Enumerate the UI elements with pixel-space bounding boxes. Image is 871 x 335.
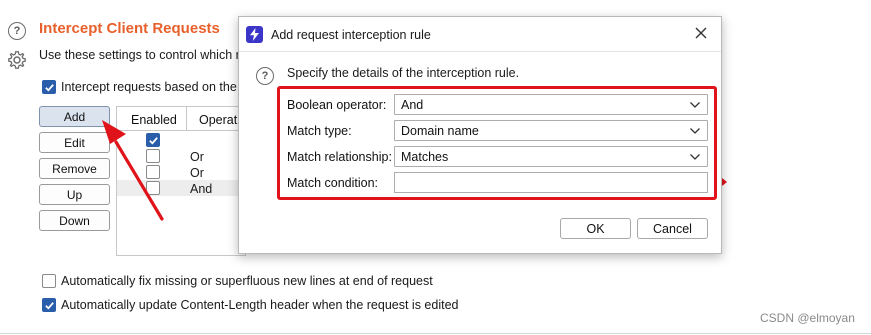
watermark: CSDN @elmoyan	[760, 311, 855, 325]
match-type-select[interactable]: Domain name	[394, 120, 708, 141]
help-icon[interactable]: ?	[256, 67, 274, 85]
chevron-down-icon	[690, 154, 700, 160]
match-relationship-value: Matches	[401, 149, 449, 164]
dialog-instruction: Specify the details of the interception …	[287, 66, 520, 80]
gear-icon[interactable]	[7, 50, 27, 70]
app-logo-icon	[246, 26, 263, 43]
section-title: Intercept Client Requests	[39, 20, 220, 37]
boolean-operator-label: Boolean operator:	[287, 98, 387, 112]
update-content-length-checkbox[interactable]	[42, 298, 56, 312]
chevron-down-icon	[690, 128, 700, 134]
fix-newlines-label: Automatically fix missing or superfluous…	[61, 274, 433, 288]
match-type-label: Match type:	[287, 124, 352, 138]
table-row-operator: Or	[190, 166, 204, 180]
annotation-arrow	[102, 120, 164, 221]
intercept-requests-label: Intercept requests based on the fo	[61, 80, 251, 94]
table-row-operator: And	[190, 182, 213, 196]
intercept-requests-checkbox[interactable]	[42, 80, 56, 94]
update-content-length-label: Automatically update Content-Length head…	[61, 298, 459, 312]
close-icon[interactable]	[693, 25, 709, 41]
cancel-button[interactable]: Cancel	[637, 218, 708, 239]
ok-button[interactable]: OK	[560, 218, 631, 239]
boolean-operator-select[interactable]: And	[394, 94, 708, 115]
match-type-value: Domain name	[401, 123, 479, 138]
match-condition-input[interactable]	[394, 172, 708, 193]
annotation-marker	[722, 178, 727, 186]
column-divider	[186, 107, 187, 131]
chevron-down-icon	[690, 102, 700, 108]
dialog-title: Add request interception rule	[271, 28, 431, 42]
column-header-operator[interactable]: Operat	[199, 113, 237, 127]
boolean-operator-value: And	[401, 97, 424, 112]
help-icon[interactable]: ?	[8, 22, 26, 40]
table-row-operator: Or	[190, 150, 204, 164]
match-relationship-label: Match relationship:	[287, 150, 392, 164]
bottom-divider	[0, 333, 871, 334]
match-condition-label: Match condition:	[287, 176, 379, 190]
fix-newlines-checkbox[interactable]	[42, 274, 56, 288]
match-relationship-select[interactable]: Matches	[394, 146, 708, 167]
match-condition-value	[395, 173, 707, 179]
section-description: Use these settings to control which re	[39, 48, 247, 62]
dialog-title-divider	[239, 51, 721, 52]
